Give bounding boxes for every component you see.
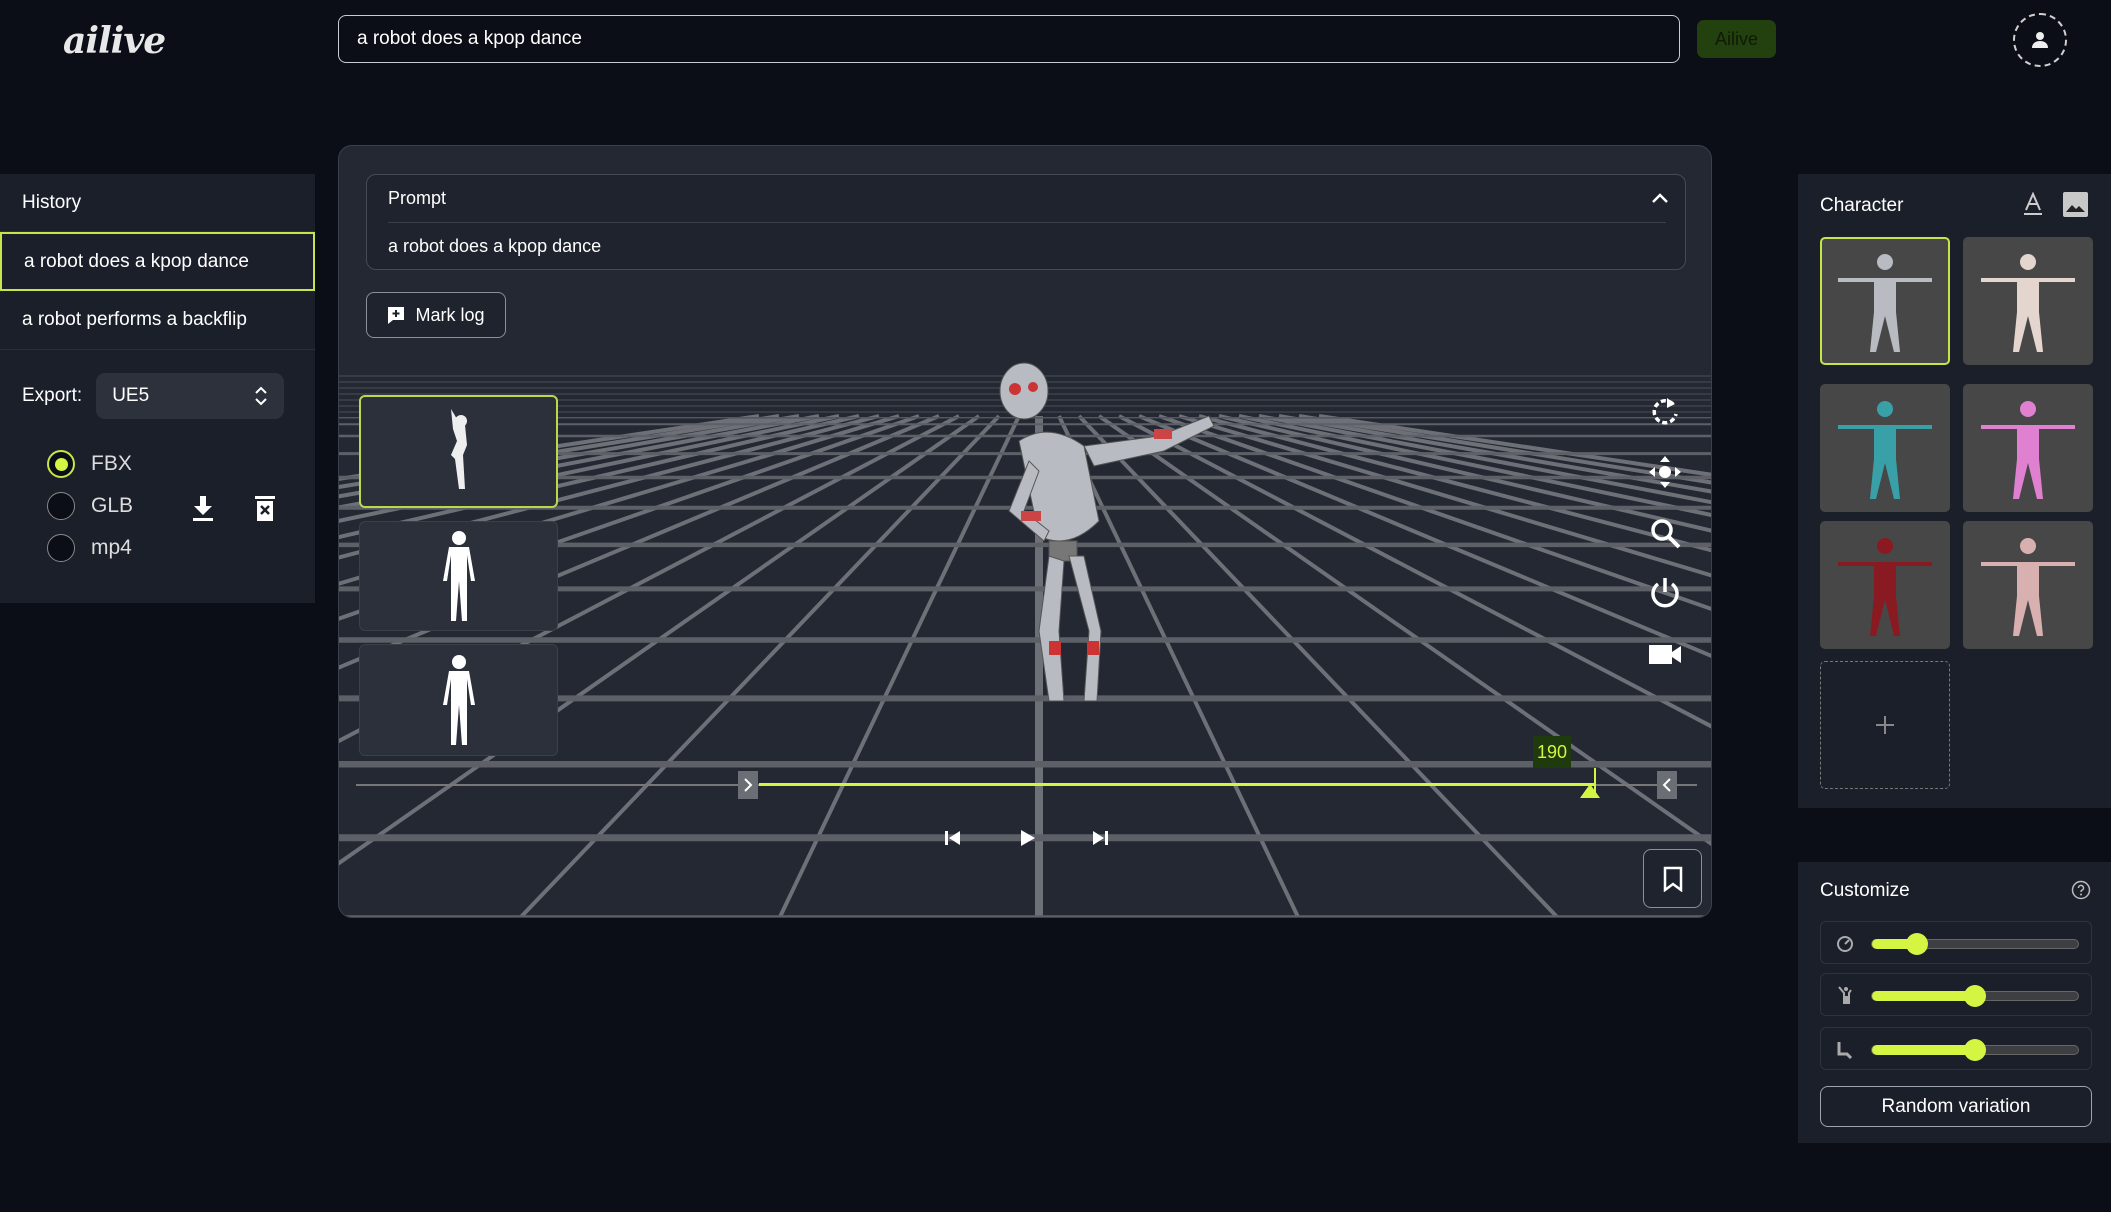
customize-title: Customize [1820, 880, 1910, 901]
bookmark-button[interactable] [1643, 849, 1702, 908]
character-option[interactable] [1963, 521, 2093, 649]
character-tpose-preview [1981, 401, 2075, 499]
chevron-right-icon [744, 778, 753, 792]
rotate-icon[interactable] [1647, 394, 1683, 430]
bookmark-icon [1663, 866, 1682, 892]
format-radio-fbx[interactable]: FBX [47, 450, 132, 478]
slider-track[interactable] [1871, 933, 2079, 955]
skip-back-icon[interactable] [943, 828, 963, 848]
delete-icon[interactable] [253, 494, 277, 522]
character-title: Character [1820, 195, 1904, 216]
grid-line [1218, 414, 1711, 533]
character-panel: Character [1798, 174, 2111, 808]
seated-pose-icon [1837, 1042, 1853, 1059]
ailive-submit-button[interactable]: Ailive [1697, 20, 1776, 58]
motion-thumbnail-dance[interactable] [359, 395, 558, 508]
format-radio-mp4[interactable]: mp4 [47, 534, 132, 562]
add-note-icon [388, 307, 405, 324]
timeline-start-handle[interactable] [738, 771, 758, 799]
help-icon[interactable] [2071, 880, 2091, 900]
history-title: History [0, 174, 315, 232]
user-avatar-button[interactable] [2013, 13, 2067, 67]
export-row: Export: UE5 [22, 373, 285, 419]
radio[interactable] [47, 492, 75, 520]
export-label: Export: [22, 385, 83, 406]
customize-slider-row [1820, 973, 2092, 1016]
history-item[interactable]: a robot performs a backflip [0, 291, 315, 350]
user-icon [2032, 32, 2048, 48]
divider [388, 222, 1666, 223]
format-label: FBX [91, 452, 132, 475]
chevron-updown-icon [255, 386, 267, 406]
customize-slider-row [1820, 1027, 2092, 1070]
history-panel: History a robot does a kpop dance a robo… [0, 174, 315, 603]
character-tpose-preview [1838, 538, 1932, 636]
plus-icon [1876, 716, 1894, 734]
character-option[interactable] [1820, 237, 1950, 365]
prompt-search-input[interactable] [338, 15, 1680, 63]
text-input-icon[interactable] [2023, 192, 2043, 216]
radio[interactable] [47, 534, 75, 562]
slider-track[interactable] [1871, 1039, 2079, 1061]
prompt-text: a robot does a kpop dance [388, 236, 602, 256]
chevron-up-icon[interactable] [1651, 191, 1669, 205]
add-character-button[interactable] [1820, 661, 1950, 789]
motion-thumbnail-stand[interactable] [359, 521, 558, 631]
character-tpose-preview [1981, 538, 2075, 636]
timeline-progress [759, 783, 1595, 786]
slider-fill [1872, 1045, 1975, 1055]
image-upload-icon[interactable] [2063, 192, 2088, 217]
export-select[interactable]: UE5 [96, 373, 285, 419]
character-option[interactable] [1820, 521, 1950, 649]
character-option[interactable] [1963, 237, 2093, 365]
play-icon[interactable] [1017, 828, 1037, 848]
grid-line [1238, 414, 1711, 517]
slider-track[interactable] [1871, 985, 2079, 1007]
prompt-accordion: Prompt a robot does a kpop dance [366, 174, 1686, 270]
character-option[interactable] [1820, 384, 1950, 512]
slider-thumb[interactable] [1964, 1039, 1986, 1061]
skip-forward-icon[interactable] [1090, 828, 1110, 848]
slider-thumb[interactable] [1964, 985, 1986, 1007]
customize-panel: Customize Random variation [1798, 862, 2111, 1143]
character-tpose-preview [1838, 401, 1932, 499]
power-reset-icon[interactable] [1647, 575, 1683, 611]
prompt-title: Prompt [388, 188, 447, 208]
playhead-marker-icon[interactable] [1580, 784, 1601, 798]
history-item[interactable]: a robot does a kpop dance [0, 232, 315, 291]
slider-fill [1872, 991, 1975, 1001]
slider-thumb[interactable] [1906, 933, 1929, 955]
character-tpose-preview [1838, 254, 1932, 352]
character-tpose-preview [1981, 254, 2075, 352]
radio-checked[interactable] [47, 450, 75, 478]
move-icon[interactable] [1647, 454, 1683, 490]
zoom-icon[interactable] [1647, 515, 1683, 551]
ailive-logo: ailive [63, 20, 166, 62]
download-icon[interactable] [190, 494, 216, 522]
motion-thumbnail-stand-2[interactable] [359, 644, 558, 756]
character-option[interactable] [1963, 384, 2093, 512]
frame-label: 190 [1533, 736, 1571, 768]
dance-pose-icon [1838, 986, 1852, 1004]
format-radio-glb[interactable]: GLB [47, 492, 133, 520]
chevron-left-icon [1662, 778, 1671, 792]
format-label: mp4 [91, 536, 132, 559]
customize-slider-row [1820, 921, 2092, 964]
animation-viewer[interactable]: Prompt a robot does a kpop dance Mark lo… [338, 145, 1712, 918]
random-variation-button[interactable]: Random variation [1820, 1086, 2092, 1127]
standing-figure-icon [442, 531, 475, 621]
speedometer-icon [1837, 936, 1853, 952]
export-selected-value: UE5 [112, 385, 150, 406]
camera-icon[interactable] [1647, 636, 1683, 672]
format-label: GLB [91, 494, 134, 517]
robot-character-model[interactable] [899, 351, 1219, 731]
dancing-figure-icon [450, 408, 467, 489]
mark-log-label: Mark log [415, 304, 485, 325]
mark-log-button[interactable]: Mark log [366, 292, 506, 338]
standing-figure-icon [442, 655, 475, 745]
timeline-end-handle[interactable] [1657, 771, 1677, 799]
